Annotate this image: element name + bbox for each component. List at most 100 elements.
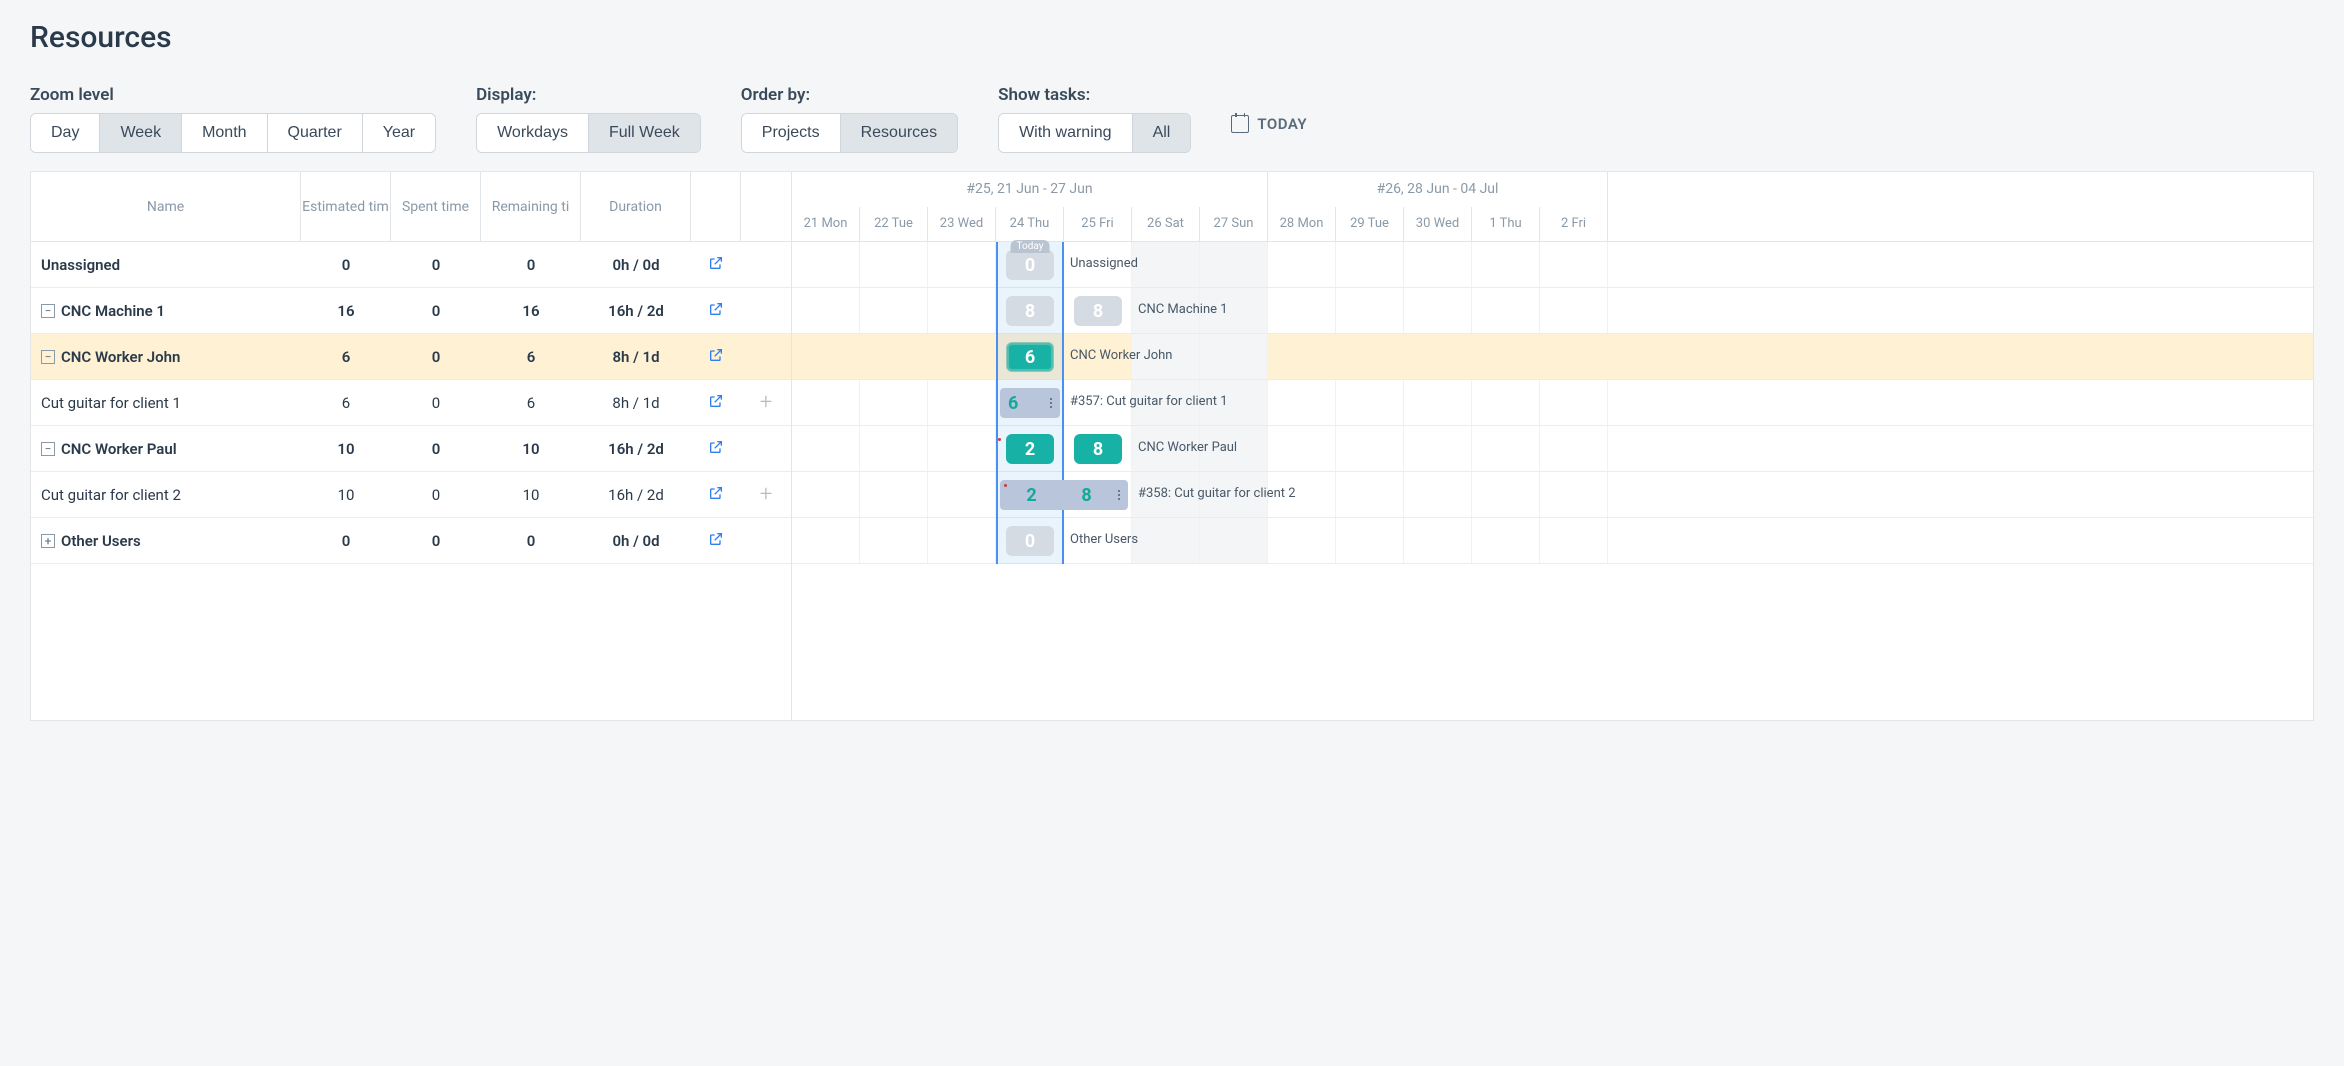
duration-cell: 16h / 2d (581, 288, 691, 333)
day-header: 2 Fri (1540, 207, 1608, 242)
row-name: CNC Worker Paul (61, 440, 177, 458)
workload-badge[interactable]: 6 (1006, 342, 1054, 372)
remaining-cell: 0 (481, 518, 581, 563)
add-task-icon[interactable]: + (760, 390, 772, 415)
workload-badge[interactable]: 8 (1074, 296, 1122, 326)
table-row: Cut guitar for client 21001016h / 2d+ (31, 472, 791, 518)
bar-value: 2 (1008, 485, 1055, 506)
external-link-icon[interactable] (708, 255, 724, 275)
timeline-row-label: Other Users (1070, 532, 1138, 547)
display-label: Display: (476, 85, 701, 105)
day-background (1268, 334, 1336, 379)
task-bar[interactable]: 6 (1000, 388, 1060, 418)
external-link-icon[interactable] (708, 531, 724, 551)
timeline-row-label: CNC Worker Paul (1138, 440, 1237, 455)
row-name: Cut guitar for client 2 (41, 486, 181, 504)
day-background (1404, 426, 1472, 471)
zoom-option-day[interactable]: Day (31, 114, 100, 152)
tasks-option-with-warning[interactable]: With warning (999, 114, 1132, 152)
day-background (1472, 288, 1540, 333)
order-option-resources[interactable]: Resources (841, 114, 957, 152)
external-link-icon[interactable] (708, 485, 724, 505)
today-label: TODAY (1257, 115, 1307, 133)
day-header: 23 Wed (928, 207, 996, 242)
day-background (1268, 288, 1336, 333)
table-row: −CNC Worker Paul1001016h / 2d (31, 426, 791, 472)
day-header: 30 Wed (1404, 207, 1472, 242)
day-header: 22 Tue (860, 207, 928, 242)
drag-handle-icon[interactable] (1050, 398, 1052, 408)
task-bar[interactable]: 28 (1000, 480, 1128, 510)
zoom-option-quarter[interactable]: Quarter (268, 114, 363, 152)
external-link-icon[interactable] (708, 347, 724, 367)
external-link-icon[interactable] (708, 439, 724, 459)
order-option-projects[interactable]: Projects (742, 114, 841, 152)
estimated-cell: 10 (301, 426, 391, 471)
row-name: Other Users (61, 532, 141, 550)
day-background (1404, 380, 1472, 425)
workload-badge[interactable]: 8 (1074, 434, 1122, 464)
day-background (1404, 242, 1472, 287)
open-link-cell (691, 288, 741, 333)
estimated-cell: 6 (301, 334, 391, 379)
day-background (1540, 426, 1608, 471)
open-link-cell (691, 334, 741, 379)
name-cell: −CNC Worker John (31, 334, 301, 379)
estimated-cell: 0 (301, 518, 391, 563)
day-background (1472, 242, 1540, 287)
today-pill: Today (1011, 240, 1050, 253)
col-name-header: Name (31, 172, 301, 242)
table-row: −CNC Worker John6068h / 1d (31, 334, 791, 380)
table-row: −CNC Machine 11601616h / 2d (31, 288, 791, 334)
display-option-workdays[interactable]: Workdays (477, 114, 589, 152)
day-background (1404, 472, 1472, 517)
drag-handle-icon[interactable] (1118, 490, 1120, 500)
warning-dot (1004, 484, 1007, 487)
left-pane: Name Estimated tim Spent time Remaining … (31, 172, 792, 720)
collapse-icon[interactable]: − (41, 304, 55, 318)
day-background (928, 426, 996, 471)
spent-cell: 0 (391, 334, 481, 379)
day-background (928, 472, 996, 517)
day-header: 21 Mon (792, 207, 860, 242)
day-background (1132, 518, 1200, 563)
week-header: #25, 21 Jun - 27 Jun (792, 172, 1268, 207)
duration-cell: 16h / 2d (581, 472, 691, 517)
zoom-option-week[interactable]: Week (100, 114, 182, 152)
add-task-icon[interactable]: + (760, 482, 772, 507)
zoom-option-year[interactable]: Year (363, 114, 435, 152)
external-link-icon[interactable] (708, 301, 724, 321)
page-title: Resources (30, 20, 2314, 55)
zoom-option-month[interactable]: Month (182, 114, 267, 152)
today-button[interactable]: TODAY (1231, 115, 1307, 133)
timeline-row: Today0Unassigned (792, 242, 2313, 288)
day-background (1472, 518, 1540, 563)
collapse-icon[interactable]: − (41, 350, 55, 364)
day-background (860, 380, 928, 425)
day-background (928, 242, 996, 287)
row-name: CNC Machine 1 (61, 302, 165, 320)
collapse-icon[interactable]: − (41, 442, 55, 456)
day-header: 27 Sun (1200, 207, 1268, 242)
day-background (928, 518, 996, 563)
add-cell (741, 426, 791, 471)
day-background (1540, 334, 1608, 379)
spent-cell: 0 (391, 472, 481, 517)
remaining-cell: 6 (481, 334, 581, 379)
workload-badge[interactable]: 0 (1006, 250, 1054, 280)
name-cell: Cut guitar for client 2 (31, 472, 301, 517)
display-option-full-week[interactable]: Full Week (589, 114, 700, 152)
expand-icon[interactable]: + (41, 534, 55, 548)
workload-badge[interactable]: 0 (1006, 526, 1054, 556)
workload-badge[interactable]: 2 (1006, 434, 1054, 464)
open-link-cell (691, 380, 741, 425)
day-header: 25 Fri (1064, 207, 1132, 242)
tasks-option-all[interactable]: All (1133, 114, 1191, 152)
day-background (1268, 242, 1336, 287)
external-link-icon[interactable] (708, 393, 724, 413)
workload-badge[interactable]: 8 (1006, 296, 1054, 326)
day-background (792, 334, 860, 379)
open-link-cell (691, 472, 741, 517)
calendar-icon (1231, 115, 1249, 133)
timeline-row-label: CNC Machine 1 (1138, 302, 1228, 317)
